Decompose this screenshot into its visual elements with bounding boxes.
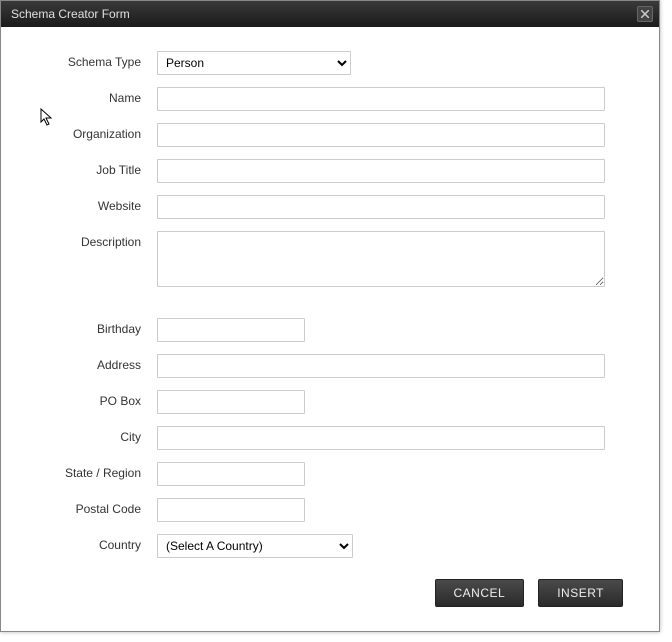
city-label: City [37,426,157,444]
job-title-label: Job Title [37,159,157,177]
dialog-titlebar: Schema Creator Form [1,1,659,27]
form-body: Schema Type Person Name Organization Job… [1,27,659,569]
dialog-title: Schema Creator Form [11,7,637,21]
organization-label: Organization [37,123,157,141]
birthday-input[interactable] [157,318,305,342]
postal-code-label: Postal Code [37,498,157,516]
dialog-footer: CANCEL INSERT [1,569,659,631]
schema-type-label: Schema Type [37,51,157,69]
state-region-input[interactable] [157,462,305,486]
description-label: Description [37,231,157,249]
birthday-label: Birthday [37,318,157,336]
address-label: Address [37,354,157,372]
job-title-input[interactable] [157,159,605,183]
country-label: Country [37,534,157,552]
website-input[interactable] [157,195,605,219]
close-icon[interactable] [637,6,653,22]
address-input[interactable] [157,354,605,378]
insert-button[interactable]: INSERT [538,579,623,607]
state-region-label: State / Region [37,462,157,480]
name-label: Name [37,87,157,105]
schema-type-select[interactable]: Person [157,51,351,75]
po-box-label: PO Box [37,390,157,408]
website-label: Website [37,195,157,213]
city-input[interactable] [157,426,605,450]
cancel-button[interactable]: CANCEL [435,579,525,607]
po-box-input[interactable] [157,390,305,414]
schema-creator-dialog: Schema Creator Form Schema Type Person N… [0,0,660,632]
name-input[interactable] [157,87,605,111]
organization-input[interactable] [157,123,605,147]
country-select[interactable]: (Select A Country) [157,534,353,558]
postal-code-input[interactable] [157,498,305,522]
description-textarea[interactable] [157,231,605,287]
